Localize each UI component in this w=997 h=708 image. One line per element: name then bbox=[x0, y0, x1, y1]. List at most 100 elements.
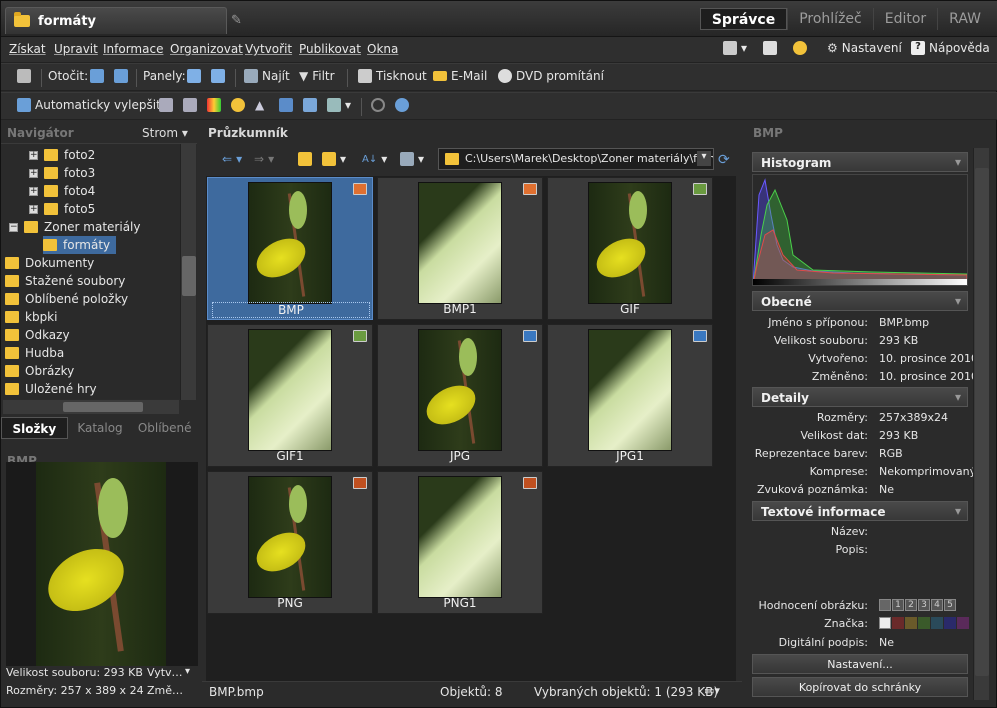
mark-none[interactable] bbox=[879, 617, 891, 629]
favorite-folder-button[interactable]: ▾ bbox=[322, 152, 346, 166]
menu-organizovat[interactable]: Organizovat bbox=[170, 42, 243, 56]
up-folder-button[interactable] bbox=[298, 152, 312, 166]
menu-vytvorit[interactable]: Vytvořit bbox=[245, 42, 292, 56]
rating-none-icon[interactable] bbox=[879, 599, 891, 611]
rotate-left-button[interactable] bbox=[90, 69, 104, 83]
zoom-button[interactable] bbox=[371, 98, 385, 112]
thumb-gif[interactable]: GIF bbox=[547, 177, 713, 320]
tab-oblibene[interactable]: Oblíbené bbox=[132, 417, 197, 439]
status-dropdown[interactable]: ▭▾ bbox=[704, 684, 720, 697]
rating-1[interactable]: 1 bbox=[892, 599, 904, 611]
copy-to-clipboard-button[interactable]: Kopírovat do schránky bbox=[752, 677, 968, 697]
tree-item-dokumenty[interactable]: Dokumenty bbox=[5, 254, 94, 272]
panel-left-button[interactable] bbox=[187, 69, 201, 83]
expand-icon[interactable]: + bbox=[29, 204, 38, 214]
mark-green[interactable] bbox=[918, 617, 930, 629]
mark-purple[interactable] bbox=[957, 617, 969, 629]
mark-blue[interactable] bbox=[944, 617, 956, 629]
print-button[interactable]: Tisknout bbox=[358, 69, 427, 83]
tree-vertical-scrollbar[interactable] bbox=[180, 144, 196, 400]
section-general[interactable]: Obecné bbox=[752, 291, 968, 311]
navigator-mode-dropdown[interactable]: Strom ▾ bbox=[142, 126, 188, 140]
thumb-png[interactable]: PNG bbox=[207, 471, 373, 614]
tab-slozky[interactable]: Složky bbox=[1, 417, 68, 439]
tree-item-odkazy[interactable]: Odkazy bbox=[5, 326, 70, 344]
menu-informace[interactable]: Informace bbox=[103, 42, 163, 56]
forward-button[interactable]: ⇒ ▾ bbox=[254, 152, 274, 166]
section-text-info[interactable]: Textové informace bbox=[752, 501, 968, 521]
mode-raw[interactable]: RAW bbox=[937, 8, 992, 30]
sort-button[interactable]: A↓ ▾ bbox=[362, 152, 387, 166]
tree-item-obrazky[interactable]: Obrázky bbox=[5, 362, 74, 380]
rating-3[interactable]: 3 bbox=[918, 599, 930, 611]
section-details[interactable]: Detaily bbox=[752, 387, 968, 407]
tree-item-ulozene-hry[interactable]: Uložené hry bbox=[5, 380, 97, 398]
settings-menu[interactable]: ⚙ Nastavení bbox=[827, 41, 902, 55]
panel-right-button[interactable] bbox=[211, 69, 225, 83]
scroll-thumb[interactable] bbox=[63, 402, 143, 412]
sharpen-button[interactable]: ▲ bbox=[255, 98, 264, 112]
keyboard-shortcut-button[interactable] bbox=[763, 41, 777, 55]
tree-item-foto3[interactable]: + foto3 bbox=[29, 164, 95, 182]
tree-item-formaty[interactable]: formáty bbox=[43, 236, 117, 254]
tree-item-stazene[interactable]: Stažené soubory bbox=[5, 272, 125, 290]
tree-item-zoner[interactable]: − Zoner materiály bbox=[9, 218, 141, 236]
color-button[interactable] bbox=[207, 98, 221, 112]
expand-icon[interactable]: + bbox=[29, 150, 38, 160]
tree-item-oblibene[interactable]: Oblíbené položky bbox=[5, 290, 128, 308]
help-bulb-button[interactable] bbox=[793, 41, 807, 55]
dropdown-arrow[interactable]: ▾ bbox=[185, 666, 190, 677]
mark-cyan[interactable] bbox=[931, 617, 943, 629]
camera-button[interactable] bbox=[17, 69, 31, 83]
section-histogram[interactable]: Histogram bbox=[752, 152, 968, 172]
document-tab[interactable]: formáty bbox=[5, 7, 227, 34]
rotate-right-button[interactable] bbox=[114, 69, 128, 83]
mode-spravce[interactable]: Správce bbox=[699, 8, 788, 30]
help-menu[interactable]: ? Nápověda bbox=[911, 41, 990, 55]
filter-button[interactable]: ▼ Filtr bbox=[299, 69, 335, 83]
tab-katalog[interactable]: Katalog bbox=[68, 417, 133, 439]
levels-button[interactable] bbox=[159, 98, 173, 112]
path-field[interactable]: C:\Users\Marek\Desktop\Zoner materiály\f… bbox=[438, 148, 714, 170]
expand-icon[interactable]: + bbox=[29, 186, 38, 196]
info-button[interactable] bbox=[395, 98, 409, 112]
mark-red[interactable] bbox=[892, 617, 904, 629]
effects-button[interactable] bbox=[303, 98, 317, 112]
rating-4[interactable]: 4 bbox=[931, 599, 943, 611]
light-button[interactable] bbox=[231, 98, 245, 112]
dvd-button[interactable]: DVD promítání bbox=[498, 69, 604, 83]
thumb-jpg1[interactable]: JPG1 bbox=[547, 324, 713, 467]
thumb-png1[interactable]: PNG1 bbox=[377, 471, 543, 614]
back-button[interactable]: ⇐ ▾ bbox=[222, 152, 242, 166]
find-button[interactable]: Najít bbox=[244, 69, 290, 83]
thumb-gif1[interactable]: GIF1 bbox=[207, 324, 373, 467]
tree-item-foto5[interactable]: + foto5 bbox=[29, 200, 95, 218]
thumb-bmp[interactable]: BMP bbox=[207, 177, 373, 320]
batch-button[interactable]: ▾ bbox=[327, 98, 351, 112]
menu-ziskat[interactable]: Získat bbox=[9, 42, 46, 56]
menu-upravit[interactable]: Upravit bbox=[54, 42, 98, 56]
curves-button[interactable] bbox=[183, 98, 197, 112]
menu-okna[interactable]: Okna bbox=[367, 42, 398, 56]
info-scrollbar[interactable] bbox=[973, 148, 989, 700]
monitor-dropdown[interactable]: ▾ bbox=[723, 41, 747, 55]
email-button[interactable]: E-Mail bbox=[433, 69, 487, 83]
settings-button[interactable]: Nastavení... bbox=[752, 654, 968, 674]
menu-publikovat[interactable]: Publikovat bbox=[299, 42, 361, 56]
autofix-button[interactable]: Automaticky vylepšit bbox=[17, 98, 161, 112]
tree-item-foto2[interactable]: + foto2 bbox=[29, 146, 95, 164]
mode-editor[interactable]: Editor bbox=[872, 8, 937, 30]
pin-icon[interactable]: ✎ bbox=[231, 13, 245, 28]
color-marks[interactable] bbox=[879, 617, 969, 629]
path-dropdown[interactable]: ▾ bbox=[697, 151, 711, 166]
scroll-thumb[interactable] bbox=[975, 168, 989, 676]
rating-2[interactable]: 2 bbox=[905, 599, 917, 611]
resize-button[interactable] bbox=[279, 98, 293, 112]
scroll-thumb[interactable] bbox=[182, 256, 196, 296]
tree-item-hudba[interactable]: Hudba bbox=[5, 344, 64, 362]
thumb-bmp1[interactable]: BMP1 bbox=[377, 177, 543, 320]
collapse-icon[interactable]: − bbox=[9, 222, 18, 232]
tree-item-foto4[interactable]: + foto4 bbox=[29, 182, 95, 200]
refresh-button[interactable]: ⟳ bbox=[718, 152, 730, 168]
expand-icon[interactable]: + bbox=[29, 168, 38, 178]
